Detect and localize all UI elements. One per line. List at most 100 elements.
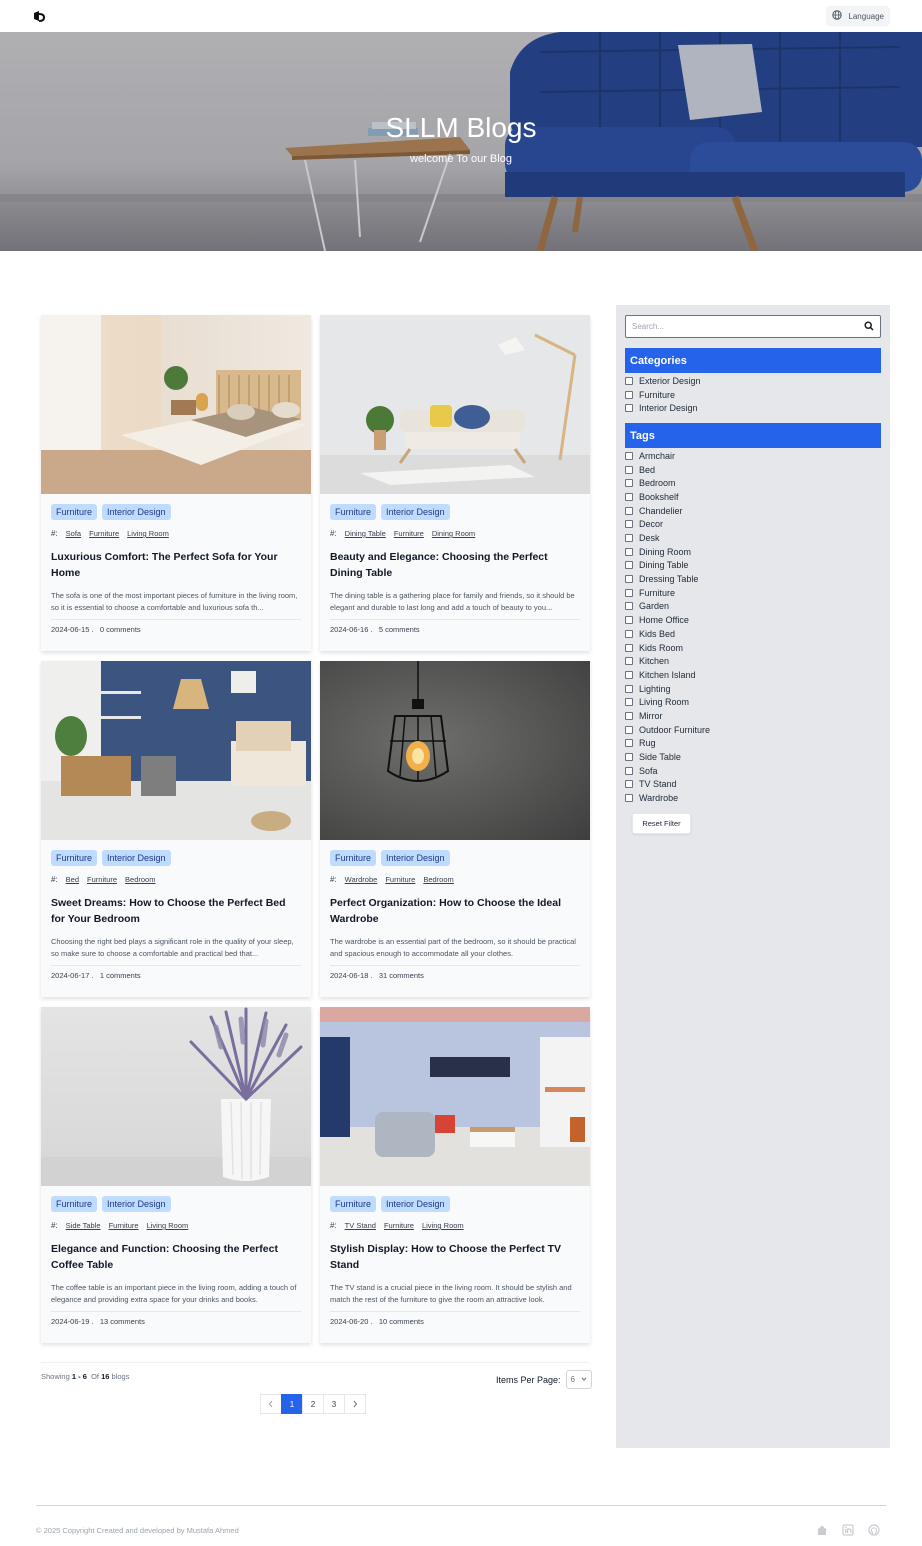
checkbox-box[interactable]	[625, 684, 633, 693]
blog-card[interactable]: Furniture Interior Design #: Sofa Furnit…	[41, 315, 311, 651]
category-badge[interactable]: Interior Design	[102, 504, 171, 520]
bedroom-photo[interactable]	[41, 315, 311, 494]
tag-checkbox[interactable]: Armchair	[625, 449, 881, 463]
post-title[interactable]: Sweet Dreams: How to Choose the Perfect …	[51, 895, 301, 927]
tag-checkbox[interactable]: Wardrobe	[625, 791, 881, 805]
living-room-photo[interactable]	[320, 1007, 590, 1186]
tag-checkbox[interactable]: Kids Bed	[625, 627, 881, 641]
category-badge[interactable]: Interior Design	[102, 1196, 171, 1212]
blue-bedroom-photo[interactable]	[41, 661, 311, 840]
checkbox-box[interactable]	[625, 780, 633, 789]
tag-link[interactable]: Bedroom	[125, 875, 155, 884]
tag-checkbox[interactable]: Kitchen Island	[625, 668, 881, 682]
tag-link[interactable]: Side Table	[66, 1221, 101, 1230]
checkbox-box[interactable]	[625, 492, 633, 501]
reset-filter-button[interactable]: Reset Filter	[632, 812, 691, 834]
category-checkbox[interactable]: Furniture	[625, 388, 881, 402]
tag-checkbox[interactable]: Dining Table	[625, 559, 881, 573]
tag-checkbox[interactable]: Home Office	[625, 613, 881, 627]
tag-link[interactable]: Bedroom	[423, 875, 453, 884]
next-page-button[interactable]	[344, 1394, 366, 1414]
category-badge[interactable]: Interior Design	[381, 504, 450, 520]
page-button[interactable]: 3	[323, 1394, 345, 1414]
github-icon[interactable]	[868, 1524, 880, 1536]
tag-link[interactable]: Dining Room	[432, 529, 475, 538]
tag-link[interactable]: Sofa	[66, 529, 81, 538]
language-button[interactable]: Language	[826, 6, 890, 26]
checkbox-box[interactable]	[625, 561, 633, 570]
tag-link[interactable]: Furniture	[109, 1221, 139, 1230]
checkbox-box[interactable]	[625, 629, 633, 638]
category-badge[interactable]: Interior Design	[102, 850, 171, 866]
checkbox-box[interactable]	[625, 753, 633, 762]
checkbox-box[interactable]	[625, 739, 633, 748]
tag-checkbox[interactable]: Garden	[625, 600, 881, 614]
page-button[interactable]: 1	[281, 1394, 303, 1414]
checkbox-box[interactable]	[625, 534, 633, 543]
tag-checkbox[interactable]: Desk	[625, 531, 881, 545]
home-icon[interactable]	[816, 1524, 828, 1536]
checkbox-box[interactable]	[625, 602, 633, 611]
category-badge[interactable]: Furniture	[51, 850, 98, 866]
tag-checkbox[interactable]: Living Room	[625, 695, 881, 709]
checkbox-box[interactable]	[625, 643, 633, 652]
tag-checkbox[interactable]: Sofa	[625, 764, 881, 778]
tag-link[interactable]: TV Stand	[345, 1221, 376, 1230]
checkbox-box[interactable]	[625, 506, 633, 515]
sofa-lamp-photo[interactable]	[320, 315, 590, 494]
checkbox-box[interactable]	[625, 725, 633, 734]
tag-checkbox[interactable]: Bedroom	[625, 476, 881, 490]
checkbox-box[interactable]	[625, 766, 633, 775]
tag-link[interactable]: Furniture	[87, 875, 117, 884]
category-checkbox[interactable]: Interior Design	[625, 401, 881, 415]
category-badge[interactable]: Interior Design	[381, 850, 450, 866]
checkbox-box[interactable]	[625, 575, 633, 584]
tag-checkbox[interactable]: Dressing Table	[625, 572, 881, 586]
category-badge[interactable]: Furniture	[330, 850, 377, 866]
search-icon[interactable]	[864, 318, 874, 336]
tag-link[interactable]: Living Room	[147, 1221, 189, 1230]
tag-link[interactable]: Furniture	[385, 875, 415, 884]
checkbox-box[interactable]	[625, 479, 633, 488]
checkbox-box[interactable]	[625, 698, 633, 707]
category-badge[interactable]: Interior Design	[381, 1196, 450, 1212]
tag-checkbox[interactable]: Outdoor Furniture	[625, 723, 881, 737]
items-per-page-select[interactable]: 6	[565, 1370, 592, 1389]
category-checkbox[interactable]: Exterior Design	[625, 374, 881, 388]
checkbox-box[interactable]	[625, 794, 633, 803]
pendant-lamp-photo[interactable]	[320, 661, 590, 840]
tag-checkbox[interactable]: Side Table	[625, 750, 881, 764]
tag-link[interactable]: Furniture	[89, 529, 119, 538]
tag-checkbox[interactable]: Furniture	[625, 586, 881, 600]
tag-checkbox[interactable]: Chandelier	[625, 504, 881, 518]
tag-checkbox[interactable]: Dining Room	[625, 545, 881, 559]
category-badge[interactable]: Furniture	[330, 504, 377, 520]
tag-checkbox[interactable]: Kitchen	[625, 654, 881, 668]
tag-link[interactable]: Bed	[66, 875, 79, 884]
tag-link[interactable]: Furniture	[394, 529, 424, 538]
post-title[interactable]: Stylish Display: How to Choose the Perfe…	[330, 1241, 580, 1273]
tag-checkbox[interactable]: Lighting	[625, 682, 881, 696]
site-logo-icon[interactable]	[32, 9, 46, 23]
search-input[interactable]: Search...	[625, 315, 881, 338]
checkbox-box[interactable]	[625, 588, 633, 597]
checkbox-box[interactable]	[625, 616, 633, 625]
blog-card[interactable]: Furniture Interior Design #: Side Table …	[41, 1007, 311, 1343]
linkedin-icon[interactable]	[842, 1524, 854, 1536]
checkbox-box[interactable]	[625, 547, 633, 556]
category-badge[interactable]: Furniture	[51, 1196, 98, 1212]
tag-link[interactable]: Living Room	[127, 529, 169, 538]
tag-checkbox[interactable]: Rug	[625, 737, 881, 751]
post-title[interactable]: Perfect Organization: How to Choose the …	[330, 895, 580, 927]
blog-card[interactable]: Furniture Interior Design #: TV Stand Fu…	[320, 1007, 590, 1343]
tag-checkbox[interactable]: Bed	[625, 463, 881, 477]
checkbox-box[interactable]	[625, 451, 633, 460]
blog-card[interactable]: Furniture Interior Design #: Dining Tabl…	[320, 315, 590, 651]
checkbox-box[interactable]	[625, 657, 633, 666]
tag-checkbox[interactable]: TV Stand	[625, 778, 881, 792]
checkbox-box[interactable]	[625, 520, 633, 529]
lavender-vase-photo[interactable]	[41, 1007, 311, 1186]
tag-link[interactable]: Wardrobe	[345, 875, 378, 884]
tag-link[interactable]: Dining Table	[345, 529, 386, 538]
tag-link[interactable]: Living Room	[422, 1221, 464, 1230]
